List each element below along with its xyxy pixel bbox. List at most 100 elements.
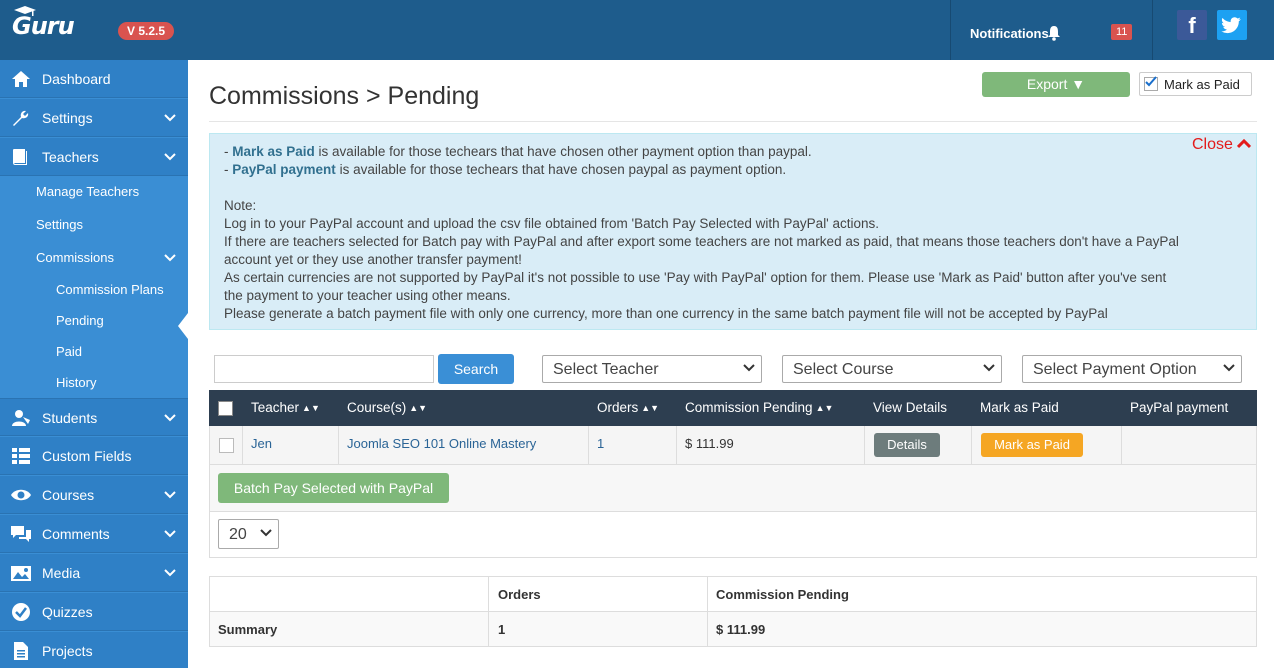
sidebar-item-label: Quizzes <box>42 604 93 620</box>
column-orders[interactable]: Orders ▲▼ <box>597 400 659 415</box>
select-all-checkbox[interactable] <box>218 401 233 416</box>
sidebar-item-custom-fields[interactable]: Custom Fields <box>0 437 188 475</box>
close-label: Close <box>1192 136 1233 153</box>
cell-divider <box>242 426 243 465</box>
cell-divider <box>488 577 489 646</box>
sidebar-item-label: Students <box>42 410 98 426</box>
file-icon <box>14 642 28 660</box>
sidebar-item-commissions[interactable]: Commissions <box>36 250 176 265</box>
details-button[interactable]: Details <box>874 433 940 457</box>
sidebar-item-quizzes[interactable]: Quizzes <box>0 593 188 631</box>
image-icon <box>11 566 31 581</box>
search-input[interactable] <box>214 355 434 383</box>
sidebar-item-settings[interactable]: Settings <box>0 99 188 137</box>
version-badge: V 5.2.5 <box>118 22 175 40</box>
payment-option-select[interactable]: Select Payment Option <box>1022 355 1242 383</box>
sort-icon: ▲▼ <box>815 403 834 413</box>
course-link[interactable]: Joomla SEO 101 Online Mastery <box>347 436 536 451</box>
twitter-icon[interactable] <box>1217 10 1247 40</box>
info-line: account yet or they use another transfer… <box>224 252 522 267</box>
close-button[interactable]: Close <box>1192 136 1252 154</box>
sidebar-item-teacher-settings[interactable]: Settings <box>36 217 83 232</box>
divider <box>1152 0 1153 60</box>
graduation-cap-icon <box>14 6 36 16</box>
sidebar-item-projects[interactable]: Projects <box>0 632 188 668</box>
facebook-icon[interactable]: f <box>1177 10 1207 40</box>
mark-as-paid-button[interactable]: Mark as Paid <box>981 433 1083 457</box>
column-teacher[interactable]: Teacher ▲▼ <box>251 400 320 415</box>
chevron-down-icon <box>164 254 176 262</box>
sidebar-item-label: Courses <box>42 487 95 503</box>
table-row: Jen Joomla SEO 101 Online Mastery 1 $ 11… <box>209 426 1257 465</box>
sidebar-item-media[interactable]: Media <box>0 554 188 592</box>
batch-pay-paypal-button[interactable]: Batch Pay Selected with PayPal <box>218 473 449 503</box>
sidebar-item-paid[interactable]: Paid <box>56 344 82 359</box>
chevron-down-icon <box>743 364 755 372</box>
chevron-up-icon <box>1237 138 1252 149</box>
cell-divider <box>338 426 339 465</box>
eye-icon <box>11 489 31 501</box>
info-text: is available for those techears that hav… <box>314 144 812 159</box>
list-icon <box>12 448 30 464</box>
summary-table: Orders Commission Pending Summary 1 $ 11… <box>209 576 1257 647</box>
chevron-down-icon <box>164 153 176 161</box>
column-mark-as-paid: Mark as Paid <box>980 400 1059 415</box>
info-line: the payment to your teacher using other … <box>224 288 511 303</box>
divider <box>950 0 951 60</box>
sort-icon: ▲▼ <box>409 403 428 413</box>
mark-as-paid-checkbox[interactable]: Mark as Paid <box>1139 72 1252 96</box>
check-circle-icon <box>12 603 30 621</box>
select-value: Select Course <box>793 361 894 378</box>
cell-divider <box>588 426 589 465</box>
sidebar-item-label: Dashboard <box>42 71 111 87</box>
sidebar-item-comments[interactable]: Comments <box>0 515 188 553</box>
book-icon <box>13 149 27 165</box>
sidebar-item-teachers[interactable]: Teachers <box>0 138 188 176</box>
sidebar-item-courses[interactable]: Courses <box>0 476 188 514</box>
teacher-link[interactable]: Jen <box>251 436 272 451</box>
search-button[interactable]: Search <box>438 354 514 384</box>
chevron-down-icon <box>164 530 176 538</box>
sidebar-item-dashboard[interactable]: Dashboard <box>0 60 188 98</box>
summary-header: Commission Pending <box>716 587 849 602</box>
summary-header: Orders <box>498 587 541 602</box>
chevron-down-icon <box>164 114 176 122</box>
notifications-link[interactable]: Notifications <box>970 26 1049 41</box>
summary-label: Summary <box>218 622 278 637</box>
info-bold: Mark as Paid <box>232 144 315 159</box>
row-checkbox[interactable] <box>219 438 234 453</box>
column-commission-pending[interactable]: Commission Pending ▲▼ <box>685 400 833 415</box>
orders-link[interactable]: 1 <box>597 436 604 451</box>
sidebar-item-label: Comments <box>42 526 110 542</box>
sidebar-item-manage-teachers[interactable]: Manage Teachers <box>36 184 139 199</box>
sidebar-item-history[interactable]: History <box>56 375 96 390</box>
chevron-down-icon <box>164 569 176 577</box>
info-line: As certain currencies are not supported … <box>224 270 1167 285</box>
notification-count-badge[interactable]: 11 <box>1111 24 1133 40</box>
checkbox[interactable] <box>1144 76 1158 91</box>
sidebar-item-commission-plans[interactable]: Commission Plans <box>56 282 164 297</box>
sidebar-item-label: Teachers <box>42 149 99 165</box>
info-box: - Mark as Paid is available for those te… <box>209 133 1257 330</box>
column-courses[interactable]: Course(s) ▲▼ <box>347 400 427 415</box>
info-text: is available for those techears that hav… <box>335 162 787 177</box>
table-header: Teacher ▲▼ Course(s) ▲▼ Orders ▲▼ Commissio… <box>209 390 1257 426</box>
export-button[interactable]: Export ▼ <box>982 72 1130 97</box>
column-label: Teacher <box>251 400 300 415</box>
info-line: Please generate a batch payment file wit… <box>224 306 1108 321</box>
cell-divider <box>676 426 677 465</box>
info-line: - Mark as Paid is available for those te… <box>224 144 812 159</box>
sidebar-item-students[interactable]: Students <box>0 398 188 436</box>
sidebar-item-label: Projects <box>42 643 93 659</box>
bell-icon[interactable] <box>1046 25 1062 41</box>
checkmark-icon <box>1145 76 1157 87</box>
teacher-select[interactable]: Select Teacher <box>542 355 762 383</box>
info-note: Note: <box>224 198 257 213</box>
course-select[interactable]: Select Course <box>782 355 1002 383</box>
summary-header-row: Orders Commission Pending <box>210 577 1256 612</box>
page-size-select[interactable]: 20 <box>218 519 279 549</box>
sidebar-item-pending[interactable]: Pending <box>56 313 104 328</box>
chevron-down-icon <box>164 414 176 422</box>
guru-logo[interactable]: Guru <box>12 6 75 40</box>
cell-divider <box>1121 426 1122 465</box>
